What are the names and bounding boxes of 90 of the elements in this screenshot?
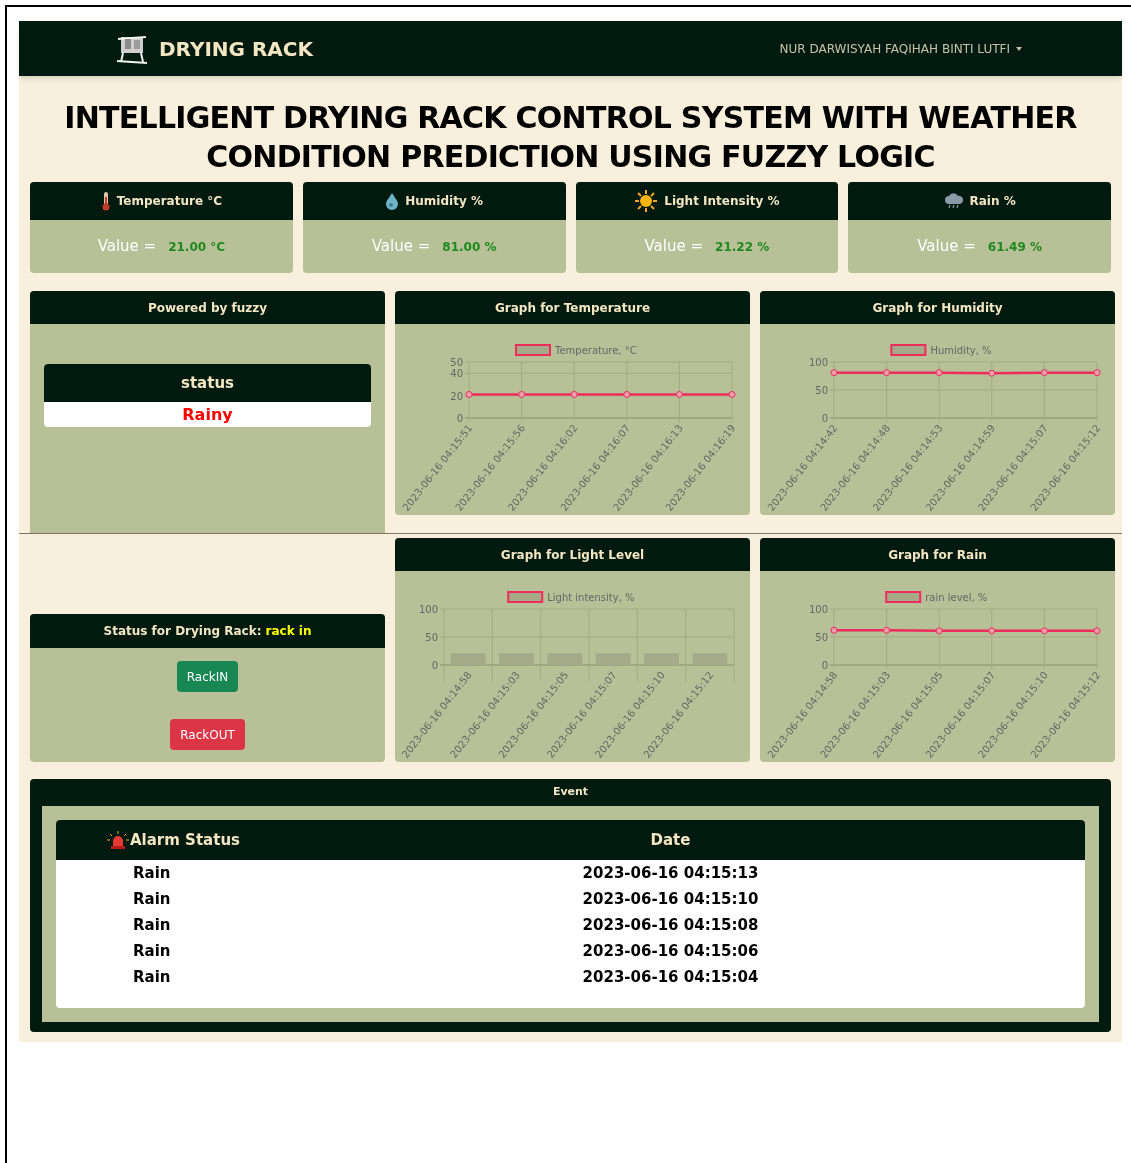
rack-out-button[interactable]: RackOUT: [170, 719, 245, 750]
table-cell-text: 2023-06-16 04:15:13: [582, 862, 759, 884]
caret-icon: [1016, 46, 1022, 51]
tick-label: 50: [815, 385, 828, 396]
legend-label: Humidity, %: [930, 345, 992, 356]
data-point: [935, 627, 943, 635]
data-point: [935, 369, 943, 377]
tick-label: 50: [425, 632, 438, 643]
data-point: [988, 627, 996, 635]
table-cell: Rain: [133, 890, 171, 908]
data-point: [623, 391, 631, 398]
tick-label: 100: [808, 357, 828, 368]
tick-label: 100: [808, 604, 828, 615]
sensor-value: 21.22 %: [715, 238, 770, 256]
data-point: [830, 369, 838, 377]
data-point: [1093, 369, 1101, 377]
data-point: [988, 369, 996, 377]
panel-title: Event: [552, 784, 589, 801]
tick-label: 50: [815, 632, 828, 643]
legend-swatch: [885, 591, 922, 603]
tick-label: 20: [450, 390, 463, 402]
sensor-value: 81.00 %: [442, 238, 497, 256]
sensor-label: Humidity %: [405, 193, 483, 210]
column-header: Date: [650, 829, 691, 851]
table-cell-text: 2023-06-16 04:15:04: [582, 966, 759, 988]
bar: [499, 653, 534, 665]
legend-label: Light intensity, %: [547, 592, 635, 603]
chart-title: Graph for Light Level: [500, 546, 645, 564]
tick-label: 0: [431, 660, 438, 671]
brand-name[interactable]: DRYING RACK: [159, 33, 313, 64]
data-point: [830, 626, 838, 634]
bar: [450, 653, 486, 665]
bar: [692, 653, 728, 665]
sensor-label: Temperature °C: [116, 193, 223, 210]
tick-label: 40: [450, 368, 463, 380]
data-point: [570, 391, 578, 398]
legend-swatch: [890, 344, 927, 356]
sensor-label: Rain %: [969, 193, 1016, 210]
table-cell: Rain: [133, 916, 171, 934]
weather-status: Rainy: [182, 403, 233, 426]
bar: [644, 653, 679, 665]
sensor-value: 61.49 %: [987, 238, 1042, 256]
tick-label: 0: [821, 413, 828, 424]
value-label: Value =: [371, 236, 431, 258]
data-point: [883, 369, 891, 377]
bar: [547, 653, 583, 665]
water-drop-icon: [385, 192, 400, 210]
data-point: [675, 391, 683, 398]
legend-label: Temperature, °C: [555, 345, 637, 356]
legend-swatch: [507, 591, 544, 603]
sensor-value: 21.00 °C: [168, 238, 226, 256]
tick-label: 0: [456, 413, 463, 424]
value-label: Value =: [97, 236, 157, 258]
table-cell-text: 2023-06-16 04:15:06: [582, 940, 759, 962]
table-cell-text: 2023-06-16 04:15:08: [582, 914, 759, 936]
data-point: [883, 626, 891, 634]
card-title: Powered by fuzzy: [147, 299, 268, 317]
chart-title: Graph for Rain: [888, 546, 987, 564]
card-title: Status for Drying Rack:: [103, 623, 262, 640]
table-cell-text: 2023-06-16 04:15:10: [582, 888, 759, 910]
value-label: Value =: [644, 236, 704, 258]
data-point: [1093, 627, 1101, 635]
table-cell: Rain: [133, 942, 171, 960]
tick-label: 50: [450, 357, 463, 368]
bar: [595, 653, 631, 665]
table-cell: Rain: [133, 968, 171, 986]
thermometer-icon: [100, 191, 111, 211]
value-label: Value =: [917, 236, 976, 258]
sun-icon: [634, 189, 659, 213]
table-cell: Rain: [133, 864, 171, 882]
chart-title: Graph for Temperature: [494, 299, 651, 317]
data-point: [1040, 369, 1048, 377]
data-point: [1040, 627, 1048, 635]
data-point: [518, 391, 526, 398]
legend-swatch: [515, 344, 551, 356]
data-point: [465, 391, 473, 398]
sensor-label: Light Intensity %: [664, 193, 780, 210]
status-label: status: [181, 372, 234, 394]
page-title: INTELLIGENT DRYING RACK CONTROL SYSTEM WITH WEATHER CONDITION PREDICTION USING FUZZY LOGIC: [63, 99, 1078, 176]
column-header: Alarm Status: [130, 829, 240, 851]
tick-label: 100: [418, 604, 438, 615]
tick-label: 0: [821, 660, 828, 671]
rain-cloud-icon: [943, 193, 964, 209]
rack-state: rack in: [265, 623, 312, 640]
siren-icon: [106, 831, 130, 849]
chart-title: Graph for Humidity: [872, 299, 1003, 317]
data-point: [728, 391, 736, 398]
rack-in-button[interactable]: RackIN: [176, 661, 239, 692]
user-menu[interactable]: NUR DARWISYAH FAQIHAH BINTI LUTFI: [779, 39, 1022, 58]
legend-label: rain level, %: [925, 592, 988, 603]
